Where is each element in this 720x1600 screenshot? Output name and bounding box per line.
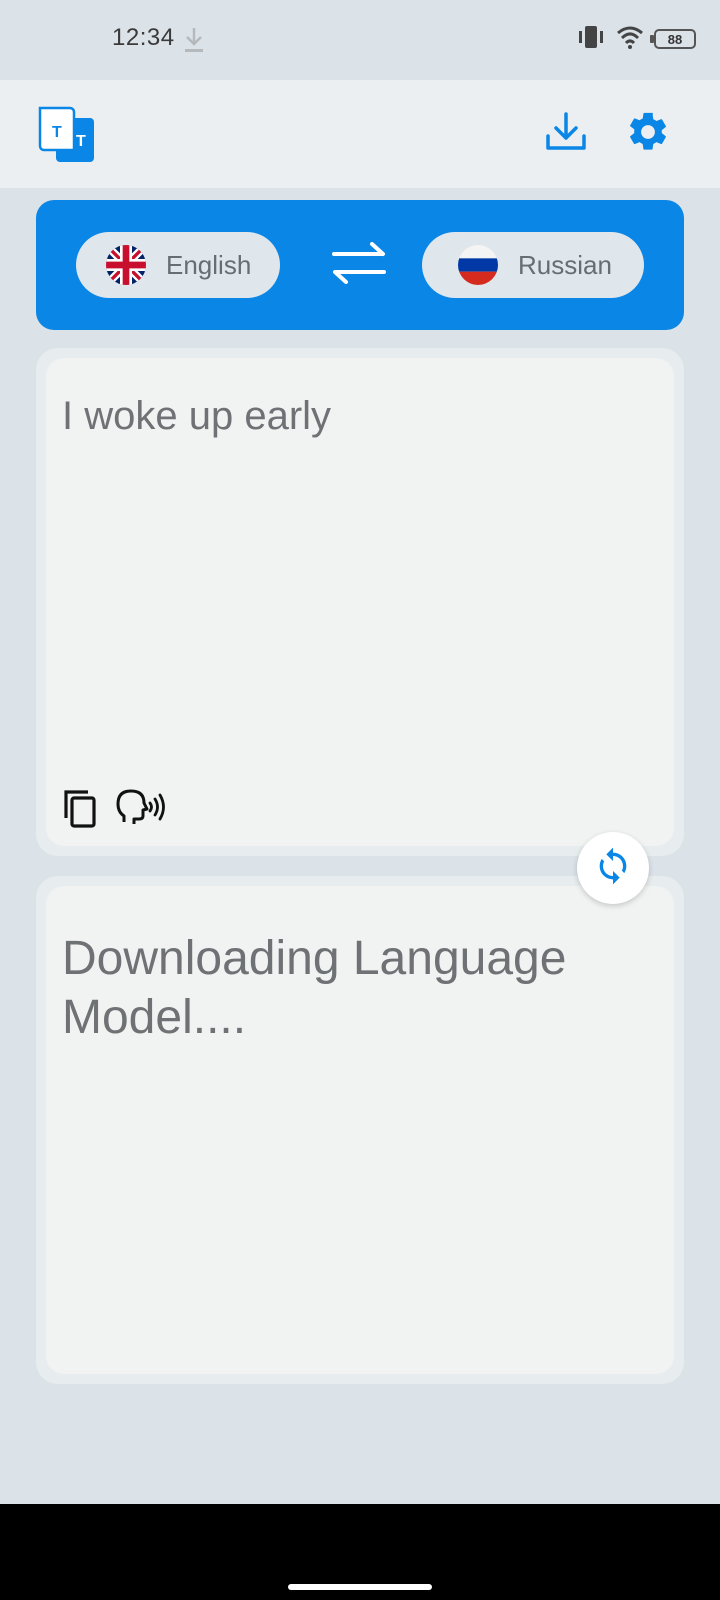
download-icon xyxy=(544,110,588,159)
vibrate-icon xyxy=(576,24,606,55)
status-icons: 88 xyxy=(576,24,696,54)
source-text[interactable]: I woke up early xyxy=(62,392,654,440)
source-text-area[interactable]: I woke up early xyxy=(46,358,674,846)
app-bar: T T xyxy=(0,80,720,188)
refresh-translation-button[interactable] xyxy=(577,832,649,904)
uk-flag-icon xyxy=(106,245,146,285)
swap-languages-button[interactable] xyxy=(328,240,390,290)
wifi-icon xyxy=(616,25,644,54)
status-bar: 12:34 88 xyxy=(0,0,720,80)
target-text-panel: Downloading Language Model.... xyxy=(36,876,684,1384)
copy-button[interactable] xyxy=(60,788,100,832)
russia-flag-icon xyxy=(458,245,498,285)
target-language-label: Russian xyxy=(518,249,612,280)
download-button[interactable] xyxy=(536,104,596,164)
speak-icon xyxy=(116,788,168,833)
source-language-button[interactable]: English xyxy=(76,232,280,298)
swap-arrows-icon xyxy=(330,241,388,289)
battery-indicator: 88 xyxy=(650,29,696,49)
target-text-area: Downloading Language Model.... xyxy=(46,886,674,1374)
source-text-panel: I woke up early xyxy=(36,348,684,856)
translation-status-text: Downloading Language Model.... xyxy=(62,932,567,1044)
copy-icon xyxy=(62,788,98,833)
settings-button[interactable] xyxy=(618,104,678,164)
language-selector-bar: English Russian xyxy=(36,200,684,330)
svg-text:T: T xyxy=(76,133,86,150)
source-language-label: English xyxy=(166,249,252,280)
source-actions xyxy=(60,788,168,832)
download-status-icon xyxy=(182,26,206,54)
status-time: 12:34 xyxy=(112,24,175,51)
app-logo-icon: T T xyxy=(36,104,98,166)
svg-text:T: T xyxy=(52,124,62,141)
refresh-icon xyxy=(593,844,633,893)
speak-button[interactable] xyxy=(116,788,168,832)
target-language-button[interactable]: Russian xyxy=(422,232,644,298)
gear-icon xyxy=(625,109,671,160)
home-gesture-handle[interactable] xyxy=(288,1584,432,1590)
